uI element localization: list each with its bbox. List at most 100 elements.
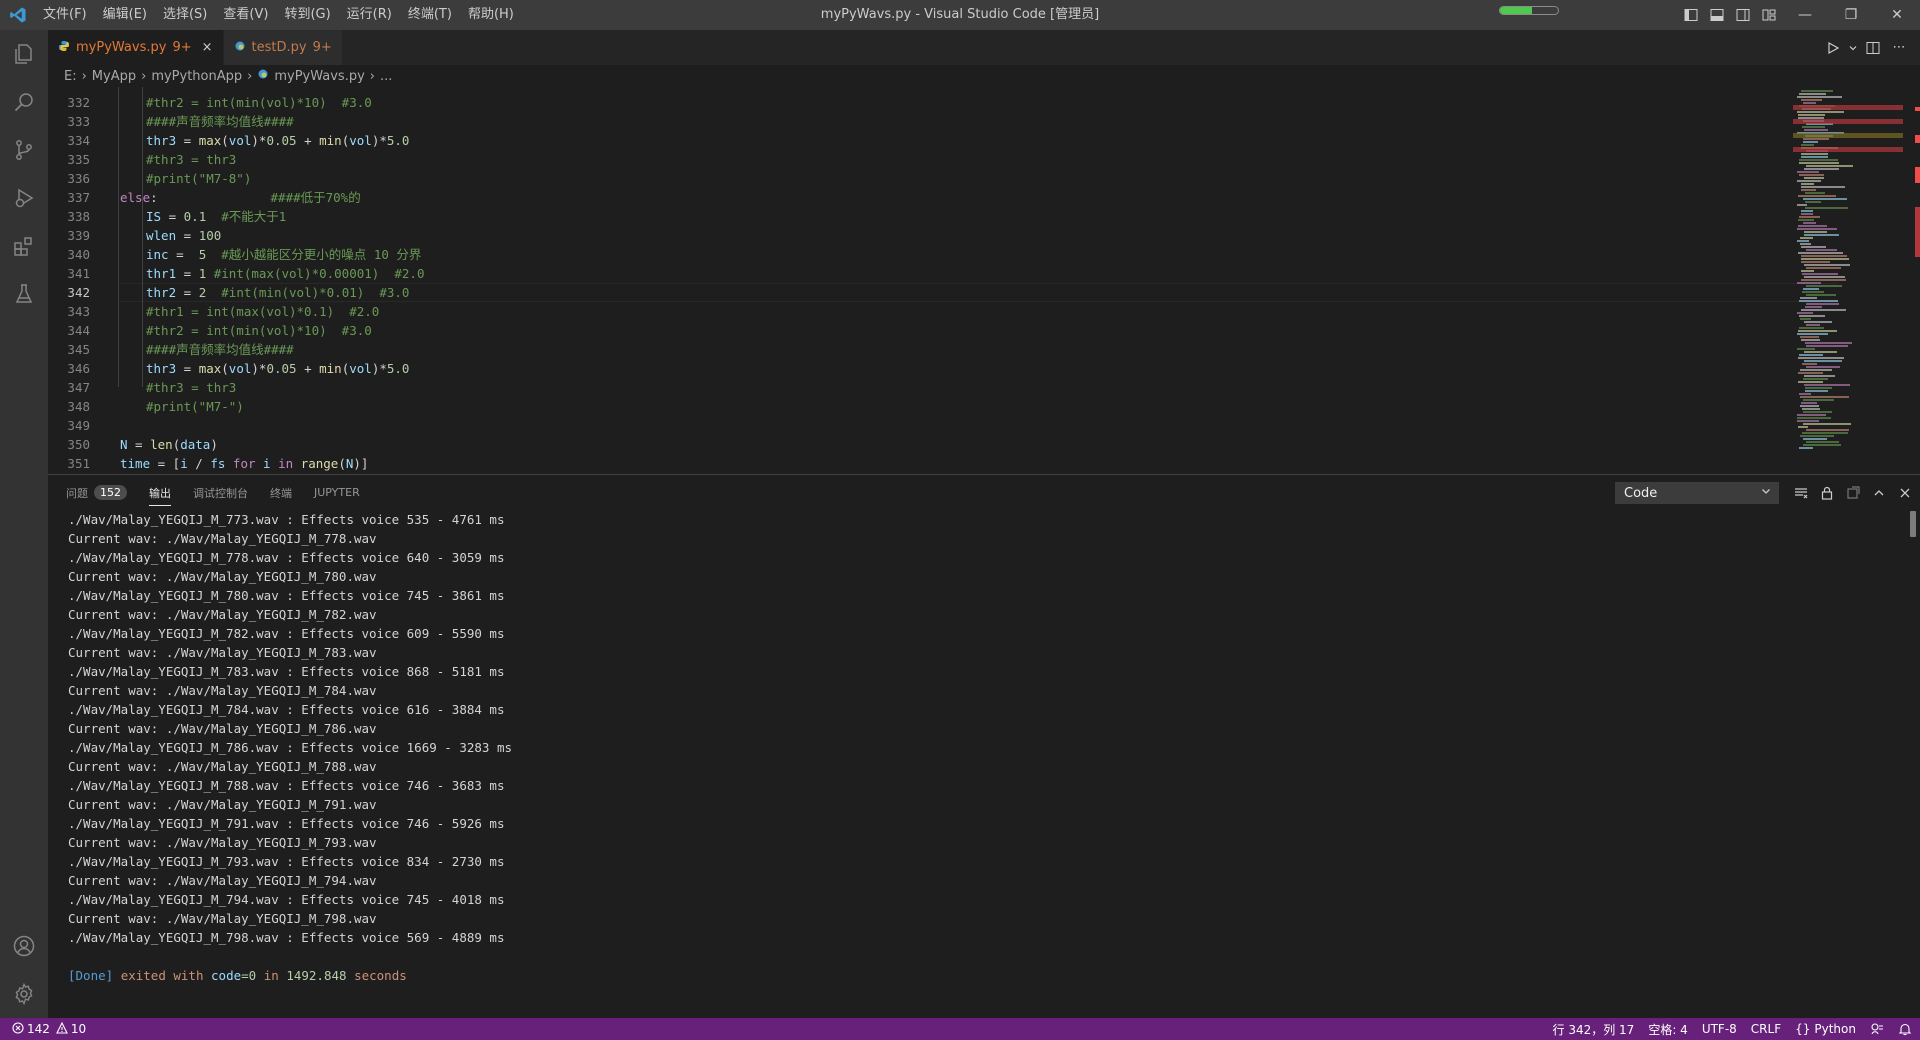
extensions-icon[interactable] <box>0 222 48 270</box>
minimap-line <box>1798 114 1825 116</box>
minimap-line <box>1801 270 1814 272</box>
output-line: ./Wav/Malay_YEGQIJ_M_798.wav : Effects v… <box>68 930 505 945</box>
menu-file[interactable]: 文件(F) <box>35 0 95 30</box>
code-line[interactable]: wlen = 100 <box>146 226 221 245</box>
problems-status[interactable]: 142 10 <box>12 1021 86 1037</box>
clear-output-icon[interactable] <box>1788 481 1814 505</box>
toggle-secondary-sidebar-icon[interactable] <box>1730 0 1756 30</box>
minimap-line <box>1799 300 1838 302</box>
breadcrumb-symbol[interactable]: ... <box>380 69 392 84</box>
run-python-file-icon[interactable] <box>1820 35 1846 61</box>
minimap-line <box>1803 288 1819 290</box>
menu-view[interactable]: 查看(V) <box>215 0 276 30</box>
explorer-icon[interactable] <box>0 30 48 78</box>
overview-ruler[interactable] <box>1913 87 1920 474</box>
minimap-line <box>1799 327 1824 329</box>
menu-help[interactable]: 帮助(H) <box>460 0 522 30</box>
tab-terminal[interactable]: 终端 <box>270 475 292 510</box>
run-debug-icon[interactable] <box>0 174 48 222</box>
feedback-icon[interactable] <box>1870 1022 1884 1036</box>
close-window-icon[interactable]: ✕ <box>1874 0 1920 30</box>
title-bar: 文件(F) 编辑(E) 选择(S) 查看(V) 转到(G) 运行(R) 终端(T… <box>0 0 1920 30</box>
menu-edit[interactable]: 编辑(E) <box>95 0 155 30</box>
maximize-panel-icon[interactable] <box>1866 481 1892 505</box>
minimap-line <box>1805 201 1821 203</box>
python-file-icon <box>257 68 269 84</box>
tab-problem-badge: 9+ <box>172 40 192 55</box>
code-line[interactable]: #thr3 = thr3 <box>146 150 236 169</box>
menu-go[interactable]: 转到(G) <box>276 0 338 30</box>
code-line[interactable]: #thr3 = thr3 <box>146 378 236 397</box>
source-control-icon[interactable] <box>0 126 48 174</box>
testing-icon[interactable] <box>0 270 48 318</box>
account-icon[interactable] <box>0 922 48 970</box>
code-line[interactable]: #print("M7-") <box>146 397 244 416</box>
minimap-line <box>1806 294 1836 296</box>
tab-debug-console[interactable]: 调试控制台 <box>193 475 248 510</box>
breadcrumb-folder-mypythonapp[interactable]: myPythonApp <box>151 69 242 84</box>
code-line[interactable]: #thr1 = int(max(vol)*0.1) #2.0 <box>146 302 379 321</box>
menu-terminal[interactable]: 终端(T) <box>400 0 460 30</box>
done-seconds: 1492.848 <box>286 968 347 983</box>
code-line[interactable]: #print("M7-8") <box>146 169 251 188</box>
code-line[interactable]: thr3 = max(vol)*0.05 + min(vol)*5.0 <box>146 131 409 150</box>
breadcrumb-drive[interactable]: E: <box>64 69 77 84</box>
notifications-bell-icon[interactable] <box>1898 1022 1912 1036</box>
minimap-line <box>1804 264 1850 266</box>
line-number: 348 <box>67 399 90 414</box>
minimap-line <box>1797 282 1821 284</box>
code-line[interactable]: #thr2 = int(min(vol)*10) #3.0 <box>146 321 372 340</box>
breadcrumb-folder-myapp[interactable]: MyApp <box>92 69 136 84</box>
end-of-line[interactable]: CRLF <box>1751 1022 1781 1036</box>
minimap-line <box>1803 399 1834 401</box>
tab-output[interactable]: 输出 <box>149 475 171 510</box>
problems-count-badge: 152 <box>94 485 127 500</box>
search-icon[interactable] <box>0 78 48 126</box>
open-in-editor-icon[interactable] <box>1840 481 1866 505</box>
line-number: 343 <box>67 304 90 319</box>
code-line[interactable]: thr1 = 1 #int(max(vol)*0.00001) #2.0 <box>146 264 424 283</box>
tab-problems[interactable]: 问题 152 <box>66 475 127 510</box>
tab-testd[interactable]: testD.py 9+ <box>223 30 343 65</box>
close-panel-icon[interactable] <box>1892 481 1918 505</box>
code-line[interactable]: time = [i / fs for i in range(N)] <box>120 454 368 473</box>
minimap[interactable] <box>1793 87 1913 474</box>
code-line[interactable]: ####声音频率均值线#### <box>146 340 294 359</box>
code-line[interactable]: else: ####低于70%的 <box>120 188 361 207</box>
lock-scroll-icon[interactable] <box>1814 481 1840 505</box>
close-tab-icon[interactable]: × <box>202 40 213 55</box>
more-actions-icon[interactable]: ⋯ <box>1886 35 1912 61</box>
minimize-icon[interactable]: — <box>1782 0 1828 30</box>
toggle-primary-sidebar-icon[interactable] <box>1678 0 1704 30</box>
code-line[interactable]: ####声音频率均值线#### <box>146 112 294 131</box>
output-channel-select[interactable]: Code <box>1615 482 1779 504</box>
chevron-right-icon: › <box>247 68 253 84</box>
code-line[interactable]: thr2 = 2 #int(min(vol)*0.01) #3.0 <box>146 283 409 302</box>
encoding[interactable]: UTF-8 <box>1702 1022 1737 1036</box>
output-scrollbar-thumb[interactable] <box>1910 511 1916 537</box>
code-line[interactable]: #thr2 = int(min(vol)*10) #3.0 <box>146 93 372 112</box>
code-line[interactable]: thr3 = max(vol)*0.05 + min(vol)*5.0 <box>146 359 409 378</box>
customize-layout-icon[interactable] <box>1756 0 1782 30</box>
settings-gear-icon[interactable] <box>0 970 48 1018</box>
language-label: Python <box>1814 1022 1856 1036</box>
language-mode[interactable]: {} Python <box>1795 1022 1856 1036</box>
code-editor[interactable]: 332 333 334 335 336 337 338 339 340 341 342 343 344 3… <box>48 87 1920 474</box>
code-line[interactable]: IS = 0.1 #不能大于1 <box>146 207 286 226</box>
run-dropdown-chevron-icon[interactable] <box>1846 35 1860 61</box>
minimap-line <box>1806 429 1849 431</box>
code-line[interactable]: N = len(data) <box>120 435 218 454</box>
breadcrumb-file[interactable]: myPyWavs.py <box>257 68 365 84</box>
restore-icon[interactable]: ❐ <box>1828 0 1874 30</box>
menu-run[interactable]: 运行(R) <box>339 0 400 30</box>
split-editor-icon[interactable] <box>1860 35 1886 61</box>
tab-mypywavs[interactable]: myPyWavs.py 9+ × <box>48 30 224 65</box>
tab-jupyter[interactable]: JUPYTER <box>314 475 360 510</box>
status-right: 行 342，列 17 空格: 4 UTF-8 CRLF {} Python <box>1539 1018 1913 1040</box>
output-log[interactable]: ./Wav/Malay_YEGQIJ_M_773.wav : Effects v… <box>68 510 1888 1010</box>
menu-selection[interactable]: 选择(S) <box>155 0 215 30</box>
toggle-panel-icon[interactable] <box>1704 0 1730 30</box>
indentation[interactable]: 空格: 4 <box>1648 1021 1688 1038</box>
code-line[interactable]: inc = 5 #越小越能区分更小的噪点 10 分界 <box>146 245 421 264</box>
cursor-position[interactable]: 行 342，列 17 <box>1553 1021 1635 1038</box>
